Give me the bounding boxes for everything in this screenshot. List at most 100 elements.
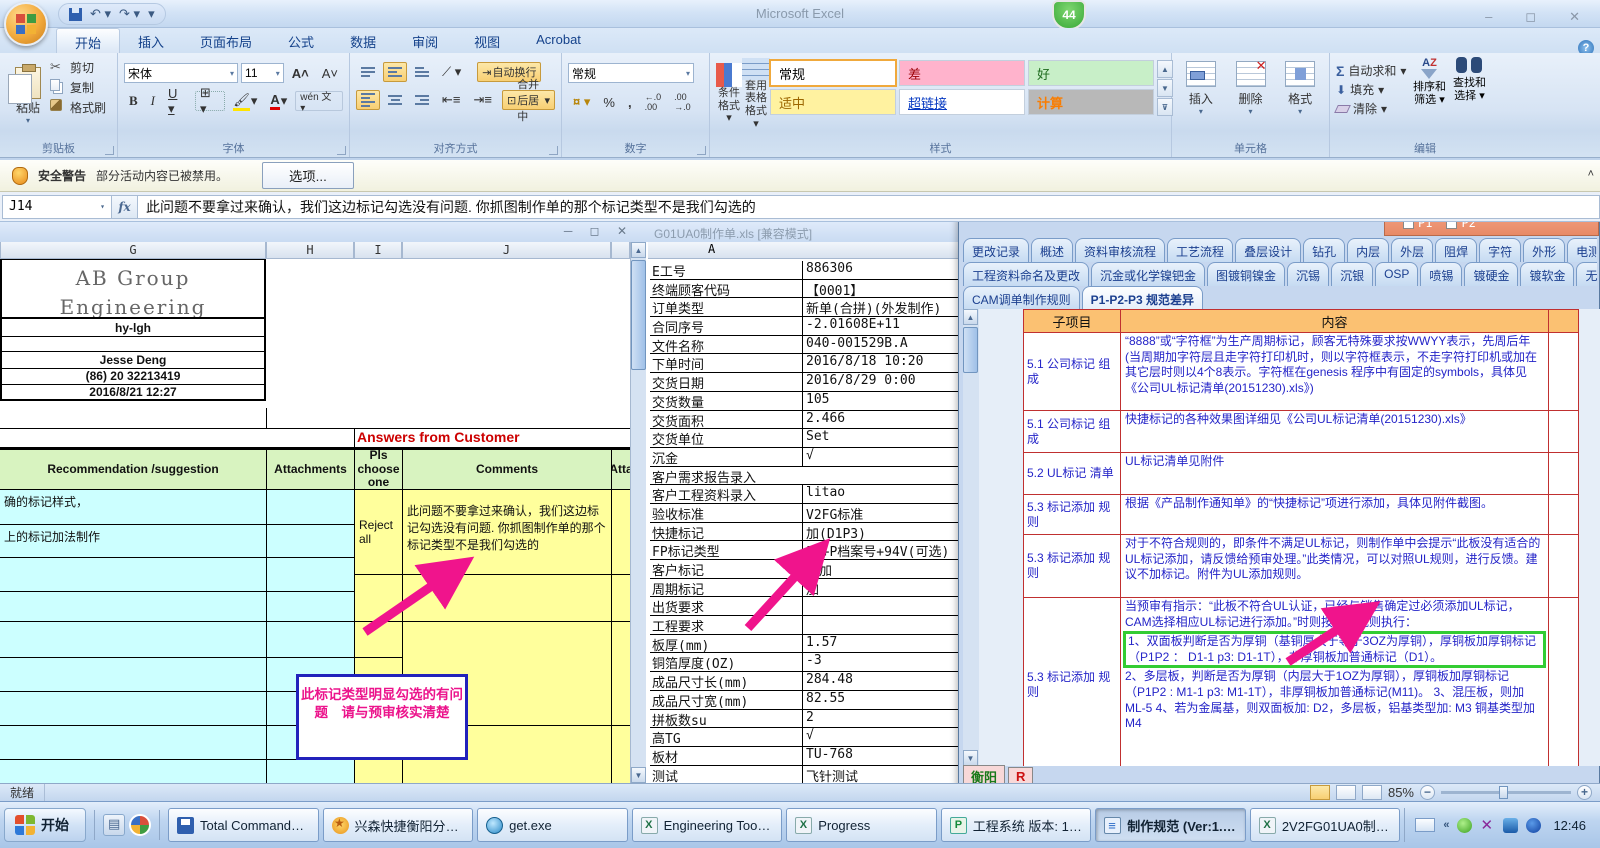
field-row-出货要求[interactable]: 出货要求 — [650, 597, 958, 617]
sheet-tab-r[interactable]: R — [1008, 766, 1034, 783]
field-value[interactable]: 2016/8/29 0:00 — [802, 373, 958, 391]
scroll-up-icon[interactable]: ▲ — [631, 242, 646, 258]
ribbon-tab-数据[interactable]: 数据 — [332, 28, 394, 53]
zoom-knob[interactable] — [1499, 786, 1508, 799]
orientation-button[interactable]: ⟋ ▾ — [437, 62, 466, 82]
spec-table-row[interactable]: 5.3 标记添加 规则 根据《产品制作通知单》的“快捷标记”项进行添加，具体见附件… — [1023, 495, 1583, 535]
taskbar-button-Total Commander 7.0 ...[interactable]: Total Commander 7.0 ... — [168, 808, 319, 842]
field-row-客户标记[interactable]: 客户标记 不加 — [650, 560, 958, 579]
field-value[interactable]: 040-001529B.A — [802, 335, 958, 354]
field-row-沉金[interactable]: 沉金 √ — [650, 447, 958, 467]
eq-contact-cell[interactable]: Jesse Deng — [0, 352, 266, 369]
taskbar-button-Progress[interactable]: Progress — [786, 808, 937, 842]
underline-button[interactable]: U ▾ — [163, 86, 192, 116]
font-color-button[interactable]: A ▾ — [265, 91, 292, 111]
left-vertical-scrollbar[interactable]: ▲ ▼ — [630, 242, 646, 783]
taskbar-button-2V2FG01UA0制作单....[interactable]: 2V2FG01UA0制作单.... — [1249, 808, 1401, 842]
name-box[interactable]: J14 ▾ — [2, 194, 112, 219]
decrease-indent-button[interactable]: ⇤≡ — [437, 90, 465, 110]
format-painter-button[interactable]: 格式刷 — [50, 97, 106, 117]
percent-button[interactable]: % — [598, 92, 620, 112]
field-row-E工号[interactable]: E工号 886306 — [650, 261, 958, 280]
alignment-dialog-launcher[interactable] — [549, 146, 558, 155]
spec-tab-镀软金[interactable]: 镀软金 — [1520, 262, 1575, 286]
quicklaunch-calculator-icon[interactable] — [103, 814, 125, 836]
field-row-拼板数su[interactable]: 拼板数su 2 — [650, 709, 958, 729]
spec-tab-沉锡[interactable]: 沉锡 — [1287, 262, 1330, 286]
zoom-level[interactable]: 85% — [1388, 785, 1414, 800]
field-row-合同序号[interactable]: 合同序号 -2.01608E+11 — [650, 317, 958, 336]
keyboard-tray-icon[interactable] — [1415, 818, 1436, 832]
cell-style-适中[interactable]: 适中 — [770, 89, 896, 115]
spec-tab-电测试[interactable]: 电测试 — [1567, 238, 1597, 262]
eq-owner-cell[interactable]: hy-lgh — [0, 319, 266, 337]
ribbon-tab-视图[interactable]: 视图 — [456, 28, 518, 53]
taskbar-button-get.exe[interactable]: get.exe — [477, 808, 628, 842]
number-format-combo[interactable]: 常规 ▾ — [568, 63, 694, 83]
italic-button[interactable]: I — [146, 91, 160, 111]
field-row-客户工程资料录入[interactable]: 客户工程资料录入 litao — [650, 485, 958, 504]
ribbon-tab-页面布局[interactable]: 页面布局 — [182, 28, 270, 53]
field-row-文件名称[interactable]: 文件名称 040-001529B.A — [650, 335, 958, 355]
production-order-title[interactable]: G01UA0制作单.xls [兼容模式] — [648, 222, 960, 242]
clipboard-dialog-launcher[interactable] — [105, 146, 114, 155]
spec-tab-叠层设计[interactable]: 叠层设计 — [1235, 238, 1302, 262]
field-value[interactable] — [802, 467, 958, 485]
collapse-chevron-icon[interactable]: ˄ — [1588, 168, 1594, 180]
field-value[interactable]: 82.55 — [802, 690, 958, 709]
taskbar-button-兴森快捷衡阳分公...[interactable]: 兴森快捷衡阳分公... — [322, 808, 474, 842]
choose-one-cell[interactable]: Reject all — [354, 490, 402, 575]
tray-clock[interactable]: 12:46 — [1549, 818, 1586, 833]
taskbar-button-制作规范 (Ver:1.0.6)[interactable]: 制作规范 (Ver:1.0.6) — [1095, 808, 1246, 842]
spec-tab-外层[interactable]: 外层 — [1391, 238, 1434, 262]
accounting-format-button[interactable]: ¤ ▾ — [568, 92, 595, 112]
spec-tab-沉银[interactable]: 沉银 — [1331, 262, 1374, 286]
clear-button[interactable]: 清除 ▾ — [1334, 100, 1406, 117]
font-size-combo[interactable]: 11 ▾ — [241, 63, 284, 83]
recommendation-row-1[interactable]: 确的标记样式， — [0, 490, 266, 525]
spec-tab-图镀铜镍金[interactable]: 图镀铜镍金 — [1207, 262, 1286, 286]
cell-style-好[interactable]: 好 — [1028, 60, 1154, 86]
field-row-交货单位[interactable]: 交货单位 Set — [650, 429, 958, 448]
ribbon-tab-Acrobat[interactable]: Acrobat — [518, 28, 599, 53]
field-row-客户需求报告录入[interactable]: 客户需求报告录入 — [650, 467, 958, 486]
eq-phone-cell[interactable]: (86) 20 32213419 — [0, 369, 266, 385]
field-value[interactable]: 新单(合拼)(外发制作) — [802, 298, 958, 317]
phonetic-button[interactable]: wén 文 ▾ — [295, 91, 343, 114]
ribbon-tab-开始[interactable]: 开始 — [56, 28, 121, 53]
page-layout-view-icon[interactable] — [1335, 785, 1356, 800]
field-row-铜箔厚度(OZ)[interactable]: 铜箔厚度(OZ) -3 — [650, 653, 958, 673]
scroll-down-icon[interactable]: ▼ — [631, 767, 646, 783]
spec-tab-OSP[interactable]: OSP — [1375, 262, 1419, 286]
align-middle-button[interactable] — [383, 62, 407, 82]
increase-decimal-button[interactable]: ←.0.00 — [640, 92, 667, 112]
gallery-up-icon[interactable]: ▲ — [1157, 60, 1173, 78]
gallery-more-icon[interactable]: ⊽ — [1157, 98, 1173, 116]
paste-button[interactable]: 粘贴 ▾ — [6, 57, 50, 135]
spec-tab-P1-P2-P3 规范差异[interactable]: P1-P2-P3 规范差异 — [1081, 286, 1204, 310]
tray-blue-icon[interactable] — [1503, 817, 1519, 833]
field-value[interactable]: 不加 — [802, 560, 958, 578]
insert-function-button[interactable]: fx — [112, 194, 138, 219]
spec-table-row[interactable]: 5.1 公司标记 组成 快捷标记的各种效果图详细见《公司UL标记清单(201512… — [1023, 411, 1583, 453]
cut-button[interactable]: 剪切 — [50, 57, 106, 77]
field-row-验收标准[interactable]: 验收标准 V2FG标准 — [650, 503, 958, 523]
column-header-a[interactable]: A — [708, 242, 715, 256]
field-value[interactable]: -2.01608E+11 — [802, 317, 958, 335]
autosum-button[interactable]: Σ 自动求和 ▾ — [1336, 62, 1406, 79]
insert-cells-button[interactable]: 插入 ▾ — [1178, 57, 1224, 116]
spec-tab-镀硬金[interactable]: 镀硬金 — [1464, 262, 1519, 286]
spec-tab-沉金或化学镍钯金[interactable]: 沉金或化学镍钯金 — [1091, 262, 1206, 286]
start-button[interactable]: 开始 — [4, 808, 86, 842]
field-value[interactable]: 飞针测试 — [802, 765, 958, 783]
copy-button[interactable]: 复制 — [50, 77, 106, 97]
ribbon-tab-审阅[interactable]: 审阅 — [394, 28, 456, 53]
zoom-slider[interactable] — [1441, 786, 1571, 799]
eq-empty-cell[interactable] — [0, 337, 266, 352]
quicklaunch-pinwheel-icon[interactable] — [129, 814, 151, 836]
number-dialog-launcher[interactable] — [697, 146, 706, 155]
find-select-button[interactable]: 查找和 选择 ▾ — [1452, 57, 1486, 117]
field-row-订单类型[interactable]: 订单类型 新单(合拼)(外发制作) — [650, 298, 958, 318]
recommendation-row-2[interactable]: 上的标记加法制作 — [0, 525, 266, 558]
font-name-combo[interactable]: 宋体 ▾ — [124, 63, 239, 83]
